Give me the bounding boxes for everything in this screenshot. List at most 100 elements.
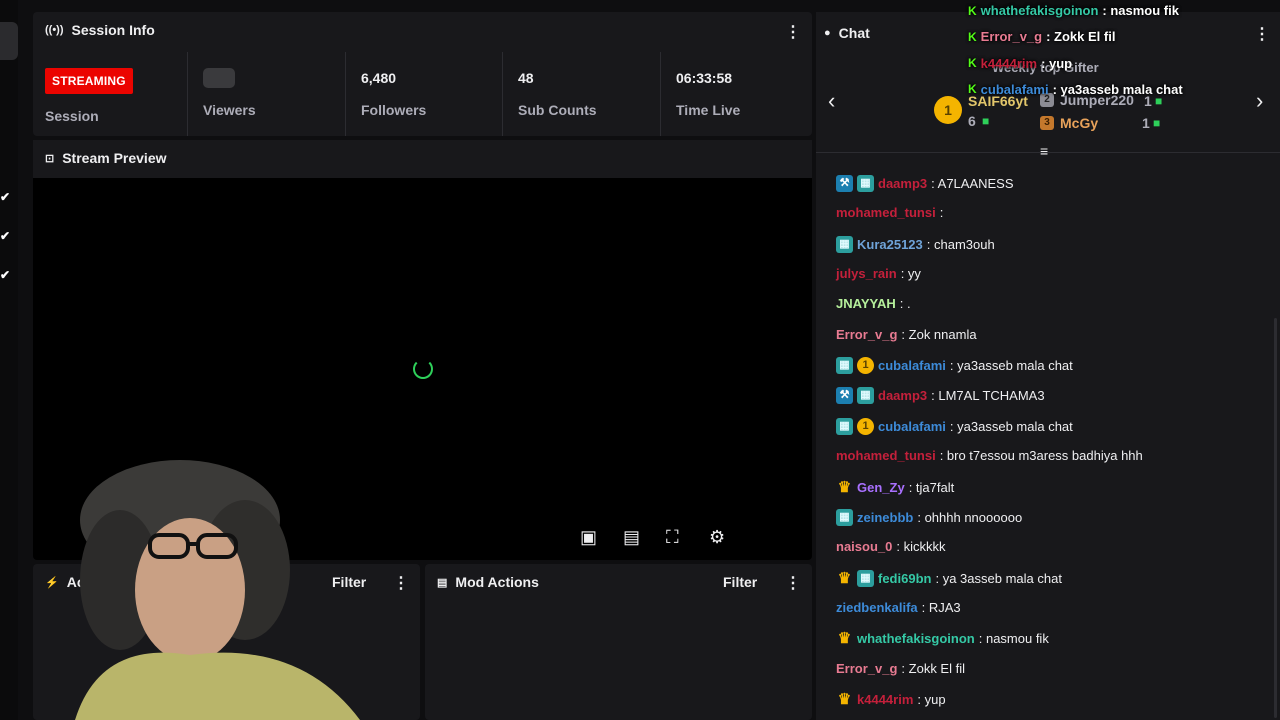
chat-username[interactable]: Kura25123 [857, 237, 923, 252]
mod-actions-header: ▤ Mod Actions [437, 574, 539, 590]
chat-message: ♛ whathefakisgoinon: nasmou fik [836, 630, 1049, 647]
mod-actions-filter-button[interactable]: Filter [723, 574, 757, 590]
chat-message: ziedbenkalifa: RJA3 [836, 600, 961, 615]
kick-logo-icon: K [968, 82, 977, 97]
subscriber-badge-icon: ▦ [836, 417, 853, 435]
chat-username[interactable]: mohamed_tunsi [836, 448, 936, 463]
subscriber-badge-icon: ▦ [857, 175, 874, 192]
chat-message-text: : [939, 205, 944, 221]
overlay-message-text: : yup [1041, 55, 1073, 71]
time-live-label: Time Live [676, 102, 741, 118]
broadcast-icon: ((•)) [45, 24, 64, 36]
subs-label: Sub Counts [518, 102, 597, 118]
kick-logo-icon: K [968, 29, 977, 44]
third-gifter-count: 1 [1142, 115, 1150, 131]
chat-message: ▦ Kura25123: cham3ouh [836, 235, 995, 253]
chat-username[interactable]: mohamed_tunsi [836, 205, 936, 220]
chat-message-text: : A7LAANESS [931, 176, 1014, 191]
chat-title: Chat [838, 25, 870, 41]
chat-message-text: : ohhhh nnoooooo [917, 509, 1023, 525]
overlay-message-text: : nasmou fik [1102, 3, 1179, 18]
subs-value: 48 [518, 70, 534, 86]
chat-username[interactable]: daamp3 [878, 388, 927, 403]
loading-spinner-icon [413, 359, 433, 379]
session-info-title: Session Info [71, 22, 155, 38]
chat-username[interactable]: cubalafami [878, 419, 946, 434]
chat-message: JNAYYAH: . [836, 296, 911, 311]
chat-message-text: : nasmou fik [978, 631, 1049, 647]
time-live-stat: 06:33:58 Time Live [660, 52, 812, 136]
overlay-message-text: : ya3asseb mala chat [1052, 81, 1183, 97]
subscriber-badge-icon: ▦ [857, 569, 874, 587]
chat-message: ♛ Gen_Zy: tja7falt [836, 479, 954, 496]
chat-username[interactable]: fedi69bn [878, 571, 931, 586]
rank-one-badge: 1 [934, 96, 962, 124]
followers-stat: 6,480 Followers [345, 52, 502, 136]
chat-message-text: : ya3asseb mala chat [949, 358, 1073, 374]
chat-username[interactable]: Error_v_g [836, 327, 897, 342]
mod-actions-panel: ▤ Mod Actions Filter ⋮ [425, 564, 812, 720]
chat-message: mohamed_tunsi: [836, 205, 943, 220]
chat-username[interactable]: k4444rim [857, 692, 913, 707]
theatre-mode-icon[interactable]: ▤ [623, 527, 640, 548]
more-options-icon[interactable]: ⋮ [393, 573, 409, 593]
subscriber-badge-icon: ▦ [857, 387, 874, 405]
chat-username[interactable]: naisou_0 [836, 539, 892, 554]
chat-username[interactable]: ziedbenkalifa [836, 600, 918, 615]
overlay-message-text: : Zokk El fil [1046, 29, 1116, 45]
followers-value: 6,480 [361, 70, 397, 86]
chat-message: julys_rain: yy [836, 266, 921, 281]
subs-stat: 48 Sub Counts [502, 52, 660, 136]
more-options-icon[interactable]: ⋮ [1254, 24, 1270, 44]
chat-message-text: : Zok nnamla [901, 326, 977, 342]
gifter-badge-icon: 1 [857, 357, 874, 375]
mod-actions-title: Mod Actions [455, 574, 539, 590]
chat-message: mohamed_tunsi: bro t7essou m3aress badhi… [836, 448, 1143, 463]
chat-username[interactable]: Error_v_g [836, 661, 897, 676]
chat-message-text: : ya 3asseb mala chat [935, 570, 1062, 586]
chat-username[interactable]: JNAYYAH [836, 296, 896, 311]
chat-header: ● Chat [824, 25, 870, 41]
chat-message: ⚒ ▦ daamp3: A7LAANESS [836, 175, 1014, 192]
chat-message-text: : kickkkk [896, 539, 946, 555]
sidebar-active-pill[interactable] [0, 22, 18, 60]
gift-sub-icon: ■ [1153, 116, 1161, 130]
viewers-label: Viewers [203, 102, 256, 118]
chat-username[interactable]: whathefakisgoinon [857, 631, 975, 646]
chat-username[interactable]: Gen_Zy [857, 480, 905, 495]
crown-badge-icon: ♛ [837, 569, 852, 587]
chat-scrollbar[interactable] [1274, 318, 1277, 718]
overlay-username: Error_v_g [980, 29, 1043, 45]
chat-divider [816, 152, 1280, 153]
status-badge: STREAMING [45, 68, 133, 94]
lightning-icon: ⚡ [45, 576, 59, 589]
chat-username[interactable]: cubalafami [878, 358, 946, 373]
viewer-count-placeholder [203, 68, 235, 88]
gifter-badge-icon: 1 [857, 417, 874, 435]
chat-message: Error_v_g: Zokk El fil [836, 661, 965, 676]
chevron-right-icon[interactable]: › [1256, 88, 1263, 114]
fullscreen-icon[interactable]: ⛶ [666, 527, 679, 548]
more-options-icon[interactable]: ⋮ [785, 22, 801, 42]
chat-message-text: : yy [900, 266, 921, 282]
stream-preview-title-row: ⊡ Stream Preview [45, 150, 167, 166]
check-icon: ✔ [0, 229, 11, 243]
chat-message-text: : bro t7essou m3aress badhiya hhh [939, 448, 1143, 464]
viewers-stat: Viewers [187, 52, 345, 136]
third-gifter-name: McGy [1060, 115, 1099, 131]
overlay-chat-message: Kk4444rim : yup [968, 56, 1072, 71]
top-gifter-count: 6 [968, 113, 976, 129]
chat-message-text: : ya3asseb mala chat [949, 418, 1073, 434]
time-live-value: 06:33:58 [676, 70, 733, 86]
chevron-left-icon[interactable]: ‹ [828, 88, 835, 114]
document-icon: ▤ [437, 576, 448, 589]
chat-username[interactable]: daamp3 [878, 176, 927, 191]
chat-username[interactable]: zeinebbb [857, 510, 913, 525]
overlay-chat-message: Kcubalafami : ya3asseb mala chat [968, 82, 1183, 97]
more-options-icon[interactable]: ⋮ [785, 573, 801, 593]
picture-in-picture-icon[interactable]: ▣ [580, 527, 597, 548]
collapse-leaderboard-icon[interactable]: ≡ [1040, 143, 1048, 159]
settings-gear-icon[interactable]: ⚙ [709, 527, 725, 548]
chat-message: naisou_0 : kickkkk [836, 539, 945, 554]
chat-username[interactable]: julys_rain [836, 266, 897, 281]
